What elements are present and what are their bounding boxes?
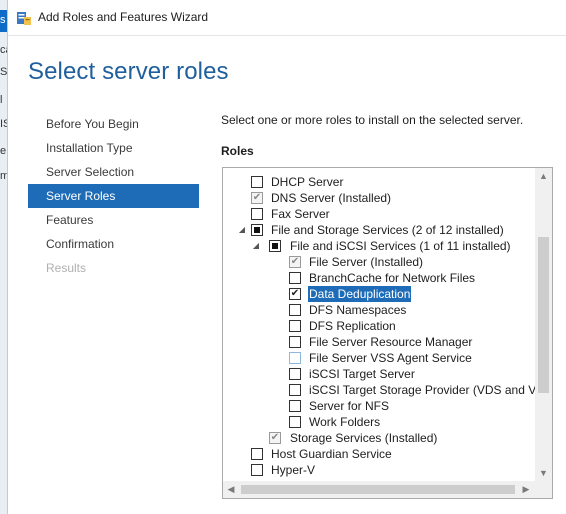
- background-window-sliver: s ca S l IS e m: [0, 0, 7, 514]
- vertical-scrollbar[interactable]: ▲ ▼: [535, 168, 552, 481]
- role-label: DNS Server (Installed): [271, 191, 392, 205]
- role-checkbox[interactable]: [289, 368, 301, 380]
- horizontal-scrollbar[interactable]: ◀ ▶: [223, 481, 535, 498]
- role-row[interactable]: ◢ File and iSCSI Services (1 of 11 instal…: [223, 238, 533, 254]
- role-checkbox[interactable]: [289, 320, 301, 332]
- role-label: File Server VSS Agent Service: [309, 351, 472, 365]
- background-text: s: [0, 14, 6, 26]
- role-row[interactable]: File Server Resource Manager: [223, 334, 533, 350]
- instructions-text: Select one or more roles to install on t…: [221, 113, 524, 127]
- nav-item-server-roles[interactable]: Server Roles: [28, 184, 199, 208]
- role-checkbox: ✔: [269, 432, 281, 444]
- nav-item-confirmation[interactable]: Confirmation: [28, 232, 199, 256]
- check-icon: ✔: [252, 192, 262, 203]
- role-checkbox[interactable]: [251, 464, 263, 476]
- role-checkbox: ✔: [251, 192, 263, 204]
- background-text: ca: [0, 44, 7, 56]
- role-label: Hyper-V: [271, 463, 316, 477]
- check-icon: ✔: [290, 256, 300, 267]
- role-row[interactable]: File Server VSS Agent Service: [223, 350, 533, 366]
- scroll-left-icon[interactable]: ◀: [223, 481, 239, 498]
- roles-label: Roles: [221, 144, 254, 158]
- wizard-nav: Before You Begin Installation Type Serve…: [28, 112, 199, 280]
- page-title: Select server roles: [28, 58, 229, 85]
- role-label: iSCSI Target Storage Provider (VDS and V…: [309, 383, 553, 397]
- expand-arrow-icon[interactable]: ◢: [237, 222, 247, 238]
- role-label: DHCP Server: [271, 175, 344, 189]
- role-label: File and Storage Services (2 of 12 insta…: [271, 223, 504, 237]
- role-label: Fax Server: [271, 207, 330, 221]
- expand-arrow-icon[interactable]: ◢: [251, 238, 261, 254]
- background-text: S: [0, 66, 7, 78]
- role-checkbox[interactable]: [289, 336, 301, 348]
- role-label: File Server Resource Manager: [309, 335, 473, 349]
- partial-check-icon: [272, 243, 278, 249]
- role-row[interactable]: DHCP Server: [223, 174, 533, 190]
- role-checkbox[interactable]: [269, 240, 281, 252]
- nav-item-server-selection[interactable]: Server Selection: [28, 160, 199, 184]
- role-checkbox[interactable]: [289, 272, 301, 284]
- roles-tree-rows: DHCP Server ✔ DNS Server (Installed) Fax Se…: [223, 174, 552, 478]
- check-icon: ✔: [270, 432, 280, 443]
- role-checkbox[interactable]: [289, 304, 301, 316]
- nav-item-installation-type[interactable]: Installation Type: [28, 136, 199, 160]
- role-row[interactable]: ◢ File and Storage Services (2 of 12 inst…: [223, 222, 533, 238]
- window-title: Add Roles and Features Wizard: [38, 10, 209, 24]
- role-label: Work Folders: [309, 415, 381, 429]
- role-checkbox[interactable]: [251, 208, 263, 220]
- scroll-down-icon[interactable]: ▼: [535, 465, 552, 481]
- role-row[interactable]: Work Folders: [223, 414, 533, 430]
- role-row[interactable]: BranchCache for Network Files: [223, 270, 533, 286]
- background-text: e: [0, 145, 7, 157]
- role-label: Server for NFS: [309, 399, 390, 413]
- scrollbar-corner: [535, 481, 552, 498]
- role-label: File Server (Installed): [309, 255, 424, 269]
- role-label: DFS Replication: [309, 319, 396, 333]
- role-label: iSCSI Target Server: [309, 367, 415, 381]
- nav-item-features[interactable]: Features: [28, 208, 199, 232]
- role-label: Host Guardian Service: [271, 447, 392, 461]
- role-checkbox[interactable]: [289, 384, 301, 396]
- role-row[interactable]: iSCSI Target Server: [223, 366, 533, 382]
- role-row[interactable]: DFS Namespaces: [223, 302, 533, 318]
- role-checkbox[interactable]: ✔: [289, 288, 301, 300]
- role-checkbox: ✔: [289, 256, 301, 268]
- background-text: m: [0, 170, 7, 182]
- nav-item-results: Results: [46, 261, 87, 275]
- role-row[interactable]: ✔ File Server (Installed): [223, 254, 533, 270]
- role-checkbox[interactable]: [251, 176, 263, 188]
- role-checkbox[interactable]: [251, 224, 263, 236]
- background-text: IS: [0, 118, 7, 130]
- role-label: DFS Namespaces: [309, 303, 407, 317]
- role-row[interactable]: Fax Server: [223, 206, 533, 222]
- horizontal-scroll-thumb[interactable]: [241, 485, 515, 494]
- title-bar[interactable]: Add Roles and Features Wizard: [8, 0, 566, 36]
- role-row[interactable]: iSCSI Target Storage Provider (VDS and V…: [223, 382, 552, 398]
- role-row[interactable]: Hyper-V: [223, 462, 533, 478]
- role-row[interactable]: ✔ Data Deduplication: [223, 286, 533, 302]
- scroll-up-icon[interactable]: ▲: [535, 168, 552, 184]
- roles-tree[interactable]: DHCP Server ✔ DNS Server (Installed) Fax Se…: [222, 167, 553, 499]
- role-label: Data Deduplication: [308, 286, 412, 302]
- role-row[interactable]: DFS Replication: [223, 318, 533, 334]
- background-text: l: [0, 94, 3, 106]
- role-row[interactable]: Host Guardian Service: [223, 446, 533, 462]
- scroll-right-icon[interactable]: ▶: [518, 481, 534, 498]
- role-checkbox[interactable]: [289, 400, 301, 412]
- vertical-scroll-thumb[interactable]: [538, 237, 549, 393]
- role-row[interactable]: ✔ DNS Server (Installed): [223, 190, 533, 206]
- role-checkbox[interactable]: [289, 352, 301, 364]
- role-label: Storage Services (Installed): [290, 431, 438, 445]
- role-checkbox[interactable]: [289, 416, 301, 428]
- role-checkbox[interactable]: [251, 448, 263, 460]
- role-row[interactable]: ✔ Storage Services (Installed): [223, 430, 533, 446]
- wizard-window: Add Roles and Features Wizard Select ser…: [7, 0, 566, 514]
- role-label: File and iSCSI Services (1 of 11 install…: [290, 239, 511, 253]
- role-row[interactable]: Server for NFS: [223, 398, 533, 414]
- nav-item-before-you-begin[interactable]: Before You Begin: [28, 112, 199, 136]
- check-icon: ✔: [290, 288, 300, 299]
- partial-check-icon: [254, 227, 260, 233]
- server-manager-icon: [17, 12, 31, 25]
- role-label: BranchCache for Network Files: [309, 271, 476, 285]
